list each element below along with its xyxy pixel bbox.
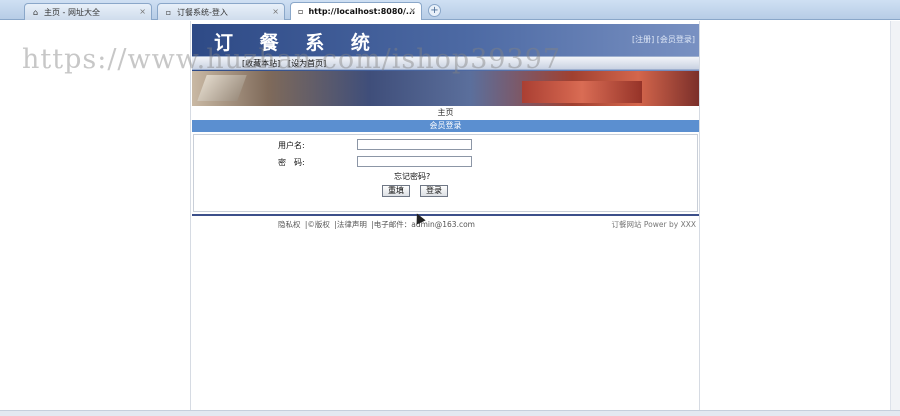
- close-icon[interactable]: ×: [139, 7, 146, 16]
- vertical-scrollbar[interactable]: [890, 21, 900, 410]
- close-icon[interactable]: ×: [409, 6, 416, 15]
- section-title: 会员登录: [192, 120, 699, 132]
- footer-divider: [192, 214, 699, 216]
- tab-label: 订餐系统-登入: [177, 7, 228, 17]
- page-container: 订 餐 系 统 [注册] [会员登录] [收藏本站] [设为首页] 主页 会员登…: [190, 21, 700, 410]
- footer-links: 隐私权 |©版权 |法律声明 |电子邮件：admin@163.com: [278, 219, 477, 230]
- status-bar: [0, 410, 900, 416]
- register-login-links[interactable]: [注册] [会员登录]: [632, 35, 695, 44]
- tab-label: 主页 - 网址大全: [44, 7, 100, 17]
- tab-home[interactable]: ⌂ 主页 - 网址大全 ×: [24, 3, 152, 20]
- footer-link-copyright[interactable]: |©版权: [305, 220, 330, 229]
- browser-viewport: 订 餐 系 统 [注册] [会员登录] [收藏本站] [设为首页] 主页 会员登…: [0, 21, 900, 410]
- home-icon: ⌂: [32, 7, 39, 17]
- tab-label: http://localhost:8080/...: [308, 7, 415, 16]
- page-icon: ▫: [165, 7, 172, 17]
- browser-tab-bar: ⌂ 主页 - 网址大全 × ▫ 订餐系统-登入 × ▫ http://local…: [0, 0, 900, 20]
- login-button[interactable]: 登录: [420, 185, 448, 197]
- footer-link-legal[interactable]: |法律声明: [334, 220, 367, 229]
- footer-link-privacy[interactable]: 隐私权: [278, 220, 301, 229]
- footer-credit: 订餐网站 Power by XXX: [611, 220, 696, 229]
- watermark-text: https://www.huzhan.com/ishop39397: [22, 44, 562, 75]
- new-tab-button[interactable]: +: [428, 4, 441, 17]
- password-input[interactable]: [357, 156, 472, 167]
- login-form: 用户名: 密 码: 忘记密码? 重填 登录: [193, 134, 698, 212]
- header-links[interactable]: [注册] [会员登录]: [632, 34, 695, 45]
- username-input[interactable]: [357, 139, 472, 150]
- forgot-password-link[interactable]: 忘记密码?: [394, 171, 430, 182]
- page-icon: ▫: [298, 7, 304, 16]
- home-link[interactable]: 主页: [192, 107, 699, 119]
- username-label: 用户名:: [278, 141, 305, 150]
- banner-image: [192, 71, 699, 106]
- password-label: 密 码:: [278, 158, 305, 167]
- tab-localhost[interactable]: ▫ http://localhost:8080/... ×: [290, 2, 422, 20]
- footer: 隐私权 |©版权 |法律声明 |电子邮件：admin@163.com 订餐网站 …: [192, 219, 699, 231]
- close-icon[interactable]: ×: [272, 7, 279, 16]
- reset-button[interactable]: 重填: [382, 185, 410, 197]
- tab-order-login[interactable]: ▫ 订餐系统-登入 ×: [157, 3, 285, 20]
